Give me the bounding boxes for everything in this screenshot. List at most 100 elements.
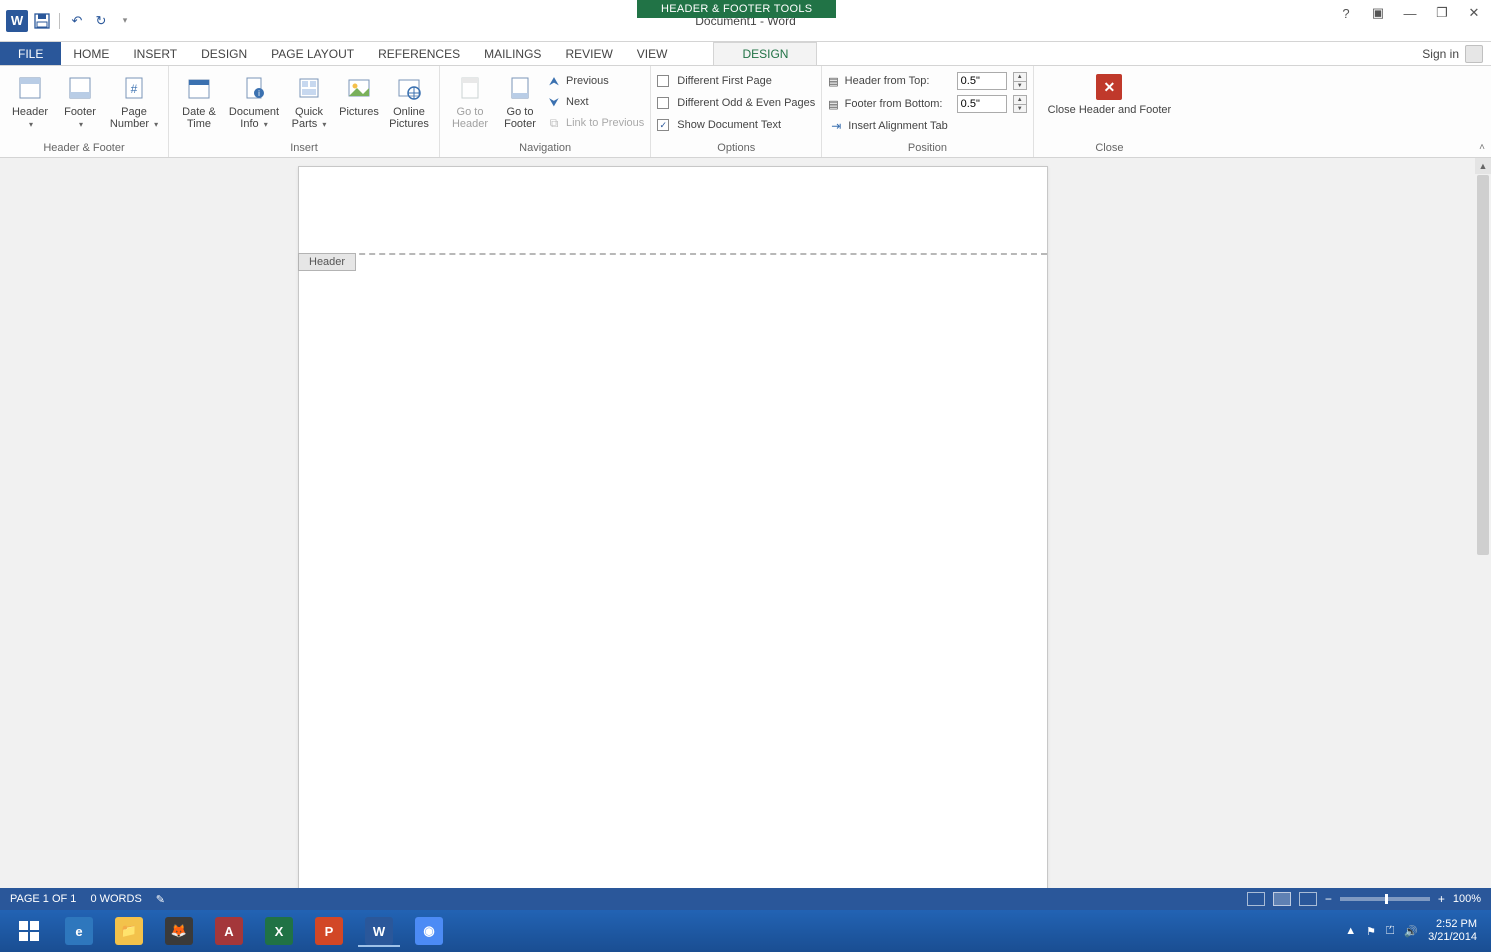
ie-icon: e (65, 917, 93, 945)
zoom-slider[interactable] (1340, 897, 1430, 901)
help-icon[interactable]: ? (1333, 2, 1359, 24)
footer-icon (64, 72, 96, 104)
taskbar-ie-button[interactable]: e (54, 914, 104, 948)
footer-from-bottom-input[interactable] (957, 95, 1007, 113)
zoom-in-icon[interactable]: + (1438, 892, 1445, 906)
show-document-text-checkbox[interactable]: ✓Show Document Text (657, 116, 815, 134)
taskbar-chrome-button[interactable]: ◉ (404, 914, 454, 948)
tab-review[interactable]: REVIEW (553, 42, 624, 65)
footer-button[interactable]: Footer (56, 70, 104, 131)
page-number-button[interactable]: # Page Number (106, 70, 162, 131)
spinner-down-icon[interactable]: ▼ (1013, 81, 1027, 90)
footer-position-icon: ▤ (828, 98, 838, 111)
save-icon[interactable] (32, 11, 52, 31)
proofing-icon[interactable]: ✎ (156, 893, 165, 906)
zoom-level[interactable]: 100% (1453, 893, 1481, 905)
header-from-top-input[interactable] (957, 72, 1007, 90)
taskbar-explorer-button[interactable]: 📁 (104, 914, 154, 948)
previous-button[interactable]: ⮝Previous (546, 72, 644, 90)
taskbar-firefox-button[interactable]: 🦊 (154, 914, 204, 948)
chevron-down-icon (152, 118, 158, 130)
taskbar-access-button[interactable]: A (204, 914, 254, 948)
qat-separator (59, 13, 60, 29)
network-icon[interactable]: ⏍ (1386, 925, 1394, 938)
web-layout-icon[interactable] (1299, 892, 1317, 906)
collapse-ribbon-icon[interactable]: ˄ (1479, 142, 1485, 153)
spinner-up-icon[interactable]: ▲ (1013, 72, 1027, 81)
group-label: Insert (175, 140, 433, 157)
taskbar-clock[interactable]: 2:52 PM 3/21/2014 (1428, 918, 1477, 944)
tray-arrow-icon[interactable]: ▲ (1345, 925, 1356, 937)
undo-icon[interactable]: ↶ (67, 11, 87, 31)
taskbar-word-button[interactable]: W (354, 914, 404, 948)
different-first-page-checkbox[interactable]: Different First Page (657, 72, 815, 90)
document-page[interactable]: Header (298, 166, 1048, 926)
group-label: Header & Footer (6, 140, 162, 157)
tab-design[interactable]: DESIGN (189, 42, 259, 65)
vertical-scrollbar[interactable]: ▲ ▼ (1475, 158, 1491, 920)
taskbar-powerpoint-button[interactable]: P (304, 914, 354, 948)
svg-text:#: # (131, 82, 138, 96)
group-position: ▤ Header from Top: ▲▼ ▤ Footer from Bott… (822, 66, 1033, 157)
tab-references[interactable]: REFERENCES (366, 42, 472, 65)
pictures-button[interactable]: Pictures (335, 70, 383, 130)
tab-view[interactable]: VIEW (625, 42, 680, 65)
spinner-up-icon[interactable]: ▲ (1013, 95, 1027, 104)
group-options: Different First Page Different Odd & Eve… (651, 66, 822, 157)
ribbon-display-options-icon[interactable]: ▣ (1365, 2, 1391, 24)
page-count[interactable]: PAGE 1 OF 1 (10, 893, 76, 905)
goto-header-icon (454, 72, 486, 104)
close-header-footer-button[interactable]: ✕ Close Header and Footer (1040, 70, 1180, 120)
quick-parts-button[interactable]: Quick Parts (285, 70, 333, 131)
checkbox-icon (657, 97, 669, 109)
date-time-button[interactable]: Date & Time (175, 70, 223, 130)
scroll-up-icon[interactable]: ▲ (1475, 158, 1491, 174)
status-bar: PAGE 1 OF 1 0 WORDS ✎ − + 100% (0, 888, 1491, 910)
restore-icon[interactable]: ❐ (1429, 2, 1455, 24)
tab-context-design[interactable]: DESIGN (713, 42, 817, 65)
chrome-icon: ◉ (415, 917, 443, 945)
spinner-buttons[interactable]: ▲▼ (1013, 72, 1027, 90)
header-from-top-control: ▤ Header from Top: ▲▼ (828, 71, 1026, 91)
signin-link[interactable]: Sign in (1414, 42, 1491, 65)
tab-file[interactable]: FILE (0, 42, 61, 65)
spinner-buttons[interactable]: ▲▼ (1013, 95, 1027, 113)
scroll-thumb[interactable] (1477, 175, 1489, 555)
word-count[interactable]: 0 WORDS (90, 893, 141, 905)
qat-customize-icon[interactable]: ▾ (115, 11, 135, 31)
group-insert: Date & Time i Document Info Quick Parts … (169, 66, 440, 157)
ribbon-tabs: FILE HOME INSERT DESIGN PAGE LAYOUT REFE… (0, 42, 1491, 66)
tab-home[interactable]: HOME (61, 42, 121, 65)
insert-alignment-tab-button[interactable]: ⇥Insert Alignment Tab (828, 117, 1026, 135)
different-odd-even-checkbox[interactable]: Different Odd & Even Pages (657, 94, 815, 112)
flag-icon[interactable]: ⚑ (1366, 925, 1376, 938)
zoom-out-icon[interactable]: − (1325, 892, 1332, 906)
print-layout-icon[interactable] (1273, 892, 1291, 906)
goto-footer-button[interactable]: Go to Footer (496, 70, 544, 130)
link-icon: ⧉ (546, 115, 562, 131)
header-button[interactable]: Header (6, 70, 54, 131)
spinner-down-icon[interactable]: ▼ (1013, 104, 1027, 113)
tab-insert[interactable]: INSERT (121, 42, 189, 65)
document-info-button[interactable]: i Document Info (225, 70, 283, 131)
window-controls: ? ▣ — ❐ ✕ (1333, 2, 1487, 24)
tab-mailings[interactable]: MAILINGS (472, 42, 553, 65)
group-label: Close (1040, 140, 1180, 157)
document-area: Header ▲ ▼ (0, 158, 1491, 920)
quick-access-toolbar: W ↶ ↻ ▾ (0, 0, 135, 42)
tab-page-layout[interactable]: PAGE LAYOUT (259, 42, 366, 65)
online-pictures-button[interactable]: Online Pictures (385, 70, 433, 130)
volume-icon[interactable]: 🔊 (1404, 925, 1418, 938)
taskbar-start-button[interactable] (4, 914, 54, 948)
group-header-footer: Header Footer # Page Number Header & Foo… (0, 66, 169, 157)
next-button[interactable]: ⮟Next (546, 93, 644, 111)
word-logo-icon: W (6, 10, 28, 32)
title-bar: W ↶ ↻ ▾ Document1 - Word HEADER & FOOTER… (0, 0, 1491, 42)
link-to-previous-button: ⧉Link to Previous (546, 114, 644, 132)
read-mode-icon[interactable] (1247, 892, 1265, 906)
close-window-icon[interactable]: ✕ (1461, 2, 1487, 24)
redo-icon[interactable]: ↻ (91, 11, 111, 31)
taskbar-excel-button[interactable]: X (254, 914, 304, 948)
minimize-icon[interactable]: — (1397, 2, 1423, 24)
firefox-icon: 🦊 (165, 917, 193, 945)
